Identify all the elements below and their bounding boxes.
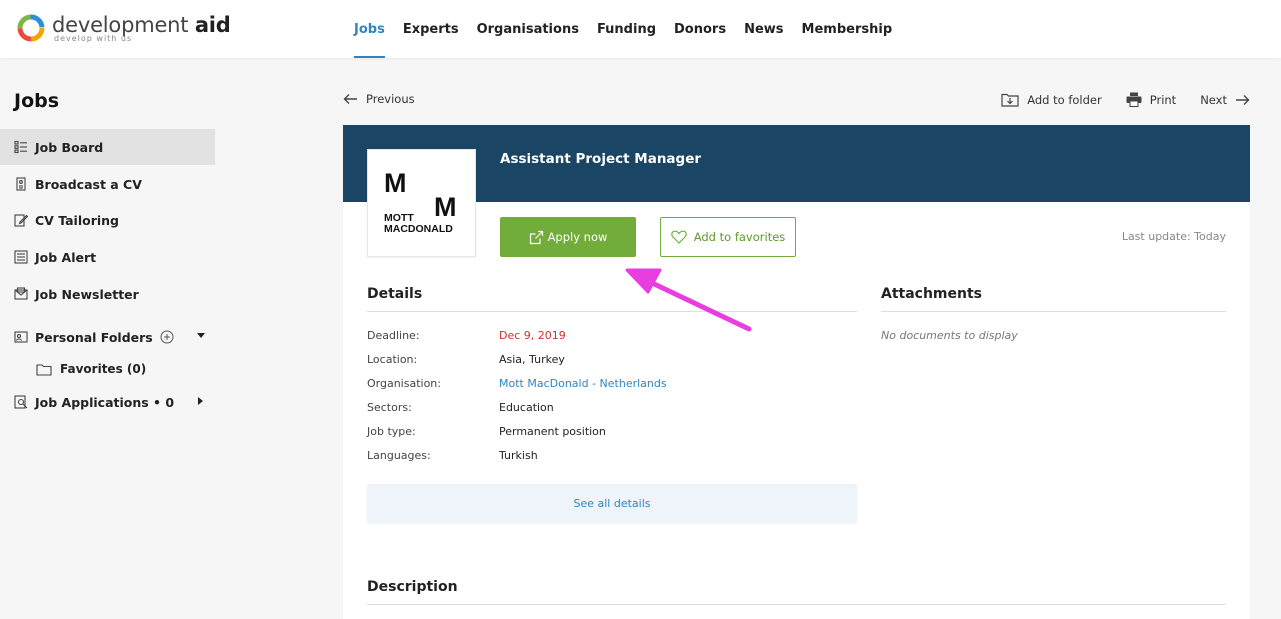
sidebar-item-job-applications[interactable]: Job Applications • 0 xyxy=(0,384,215,420)
arrow-right-icon xyxy=(1236,94,1250,105)
nav-funding[interactable]: Funding xyxy=(597,0,656,58)
sidebar-title: Jobs xyxy=(14,90,60,112)
sidebar-item-label: Broadcast a CV xyxy=(35,176,142,192)
top-navbar: development aid develop with us Jobs Exp… xyxy=(0,0,1281,58)
job-board-icon xyxy=(14,140,28,154)
sidebar-item-label: CV Tailoring xyxy=(35,212,120,228)
sidebar-item-label: Job Newsletter xyxy=(35,286,139,302)
add-to-favorites-label: Add to favorites xyxy=(693,230,786,244)
print-button[interactable]: Print xyxy=(1126,92,1176,107)
location-value: Asia, Turkey xyxy=(499,353,565,366)
company-logo-name: MOTT MACDONALD xyxy=(384,213,453,235)
nav-membership[interactable]: Membership xyxy=(802,0,893,58)
add-folder-icon[interactable] xyxy=(160,330,174,344)
heart-icon xyxy=(670,230,687,244)
main-nav: Jobs Experts Organisations Funding Donor… xyxy=(354,0,910,58)
nav-experts[interactable]: Experts xyxy=(403,0,459,58)
details-divider xyxy=(367,311,857,312)
nav-organisations[interactable]: Organisations xyxy=(477,0,579,58)
job-title: Assistant Project Manager xyxy=(500,151,702,167)
company-logo[interactable]: M M MOTT MACDONALD xyxy=(367,149,476,257)
logo-tagline: develop with us xyxy=(54,34,133,43)
apply-now-button[interactable]: Apply now xyxy=(500,217,636,257)
sidebar-item-label: Job Alert xyxy=(35,249,97,265)
search-doc-icon xyxy=(14,395,28,409)
external-link-icon xyxy=(529,230,544,245)
sidebar-item-label: Job Board xyxy=(35,139,104,155)
sidebar-item-broadcast-cv[interactable]: Broadcast a CV xyxy=(0,166,215,202)
print-label: Print xyxy=(1149,92,1177,107)
detail-label: Job type: xyxy=(367,425,416,438)
add-to-folder-button[interactable]: Add to folder xyxy=(1001,93,1102,107)
detail-label: Deadline: xyxy=(367,329,420,342)
nav-donors[interactable]: Donors xyxy=(674,0,726,58)
attachments-divider xyxy=(881,311,1226,312)
next-button[interactable]: Next xyxy=(1200,93,1250,107)
detail-label: Sectors: xyxy=(367,401,412,414)
chevron-right-icon[interactable] xyxy=(198,397,203,405)
folder-add-icon xyxy=(1001,93,1019,107)
detail-label: Location: xyxy=(367,353,418,366)
sidebar-folder-label: Favorites (0) xyxy=(60,362,147,376)
no-documents-text: No documents to display xyxy=(881,329,1018,342)
sidebar-item-job-board[interactable]: Job Board xyxy=(0,129,215,165)
folder-icon xyxy=(36,363,52,376)
sidebar-item-label: Personal Folders xyxy=(35,329,153,345)
envelope-icon xyxy=(14,287,28,301)
job-type-value: Permanent position xyxy=(499,425,606,438)
deadline-value: Dec 9, 2019 xyxy=(499,329,566,342)
detail-label: Languages: xyxy=(367,449,431,462)
sidebar-item-job-alert[interactable]: Job Alert xyxy=(0,239,215,275)
logo-ring-icon xyxy=(17,14,45,42)
organisation-link[interactable]: Mott MacDonald - Netherlands xyxy=(499,377,667,390)
previous-button[interactable]: Previous xyxy=(343,92,415,106)
logo-name-bold: aid xyxy=(194,13,231,37)
edit-icon xyxy=(14,213,28,227)
company-logo-letter: M xyxy=(384,168,407,198)
sectors-value: Education xyxy=(499,401,554,414)
add-to-favorites-button[interactable]: Add to favorites xyxy=(660,217,796,257)
arrow-left-icon xyxy=(343,94,357,104)
see-all-details-button[interactable]: See all details xyxy=(367,484,857,523)
job-card: Assistant Project Manager M M MOTT MACDO… xyxy=(343,125,1250,619)
add-to-folder-label: Add to folder xyxy=(1027,92,1102,107)
nav-jobs[interactable]: Jobs xyxy=(354,0,385,58)
attachments-heading: Attachments xyxy=(881,286,983,302)
detail-label: Organisation: xyxy=(367,377,441,390)
site-logo[interactable]: development aid develop with us xyxy=(16,12,231,44)
job-card-header: Assistant Project Manager xyxy=(343,125,1250,202)
previous-label: Previous xyxy=(366,92,415,106)
logo-wordmark: development aid develop with us xyxy=(52,13,231,43)
cv-icon xyxy=(14,177,28,191)
sidebar-folder-favorites[interactable]: Favorites (0) xyxy=(36,355,215,383)
last-update: Last update: Today xyxy=(1121,230,1226,243)
details-heading: Details xyxy=(367,286,423,302)
chevron-down-icon[interactable] xyxy=(197,333,205,338)
languages-value: Turkish xyxy=(499,449,538,462)
description-heading: Description xyxy=(367,579,458,595)
sidebar-item-label: Job Applications • 0 xyxy=(35,394,175,410)
company-logo-name-line: MACDONALD xyxy=(384,223,453,235)
nav-news[interactable]: News xyxy=(744,0,783,58)
sidebar-item-job-newsletter[interactable]: Job Newsletter xyxy=(0,276,215,312)
sidebar-item-personal-folders[interactable]: Personal Folders xyxy=(0,319,215,355)
job-pager: Previous Add to folder Print Next xyxy=(343,90,1250,112)
apply-now-label: Apply now xyxy=(547,230,608,244)
folder-user-icon xyxy=(14,330,28,344)
printer-icon xyxy=(1126,92,1142,107)
sidebar-item-cv-tailoring[interactable]: CV Tailoring xyxy=(0,202,215,238)
list-icon xyxy=(14,250,28,264)
next-label: Next xyxy=(1200,92,1227,107)
description-divider xyxy=(367,604,1226,605)
